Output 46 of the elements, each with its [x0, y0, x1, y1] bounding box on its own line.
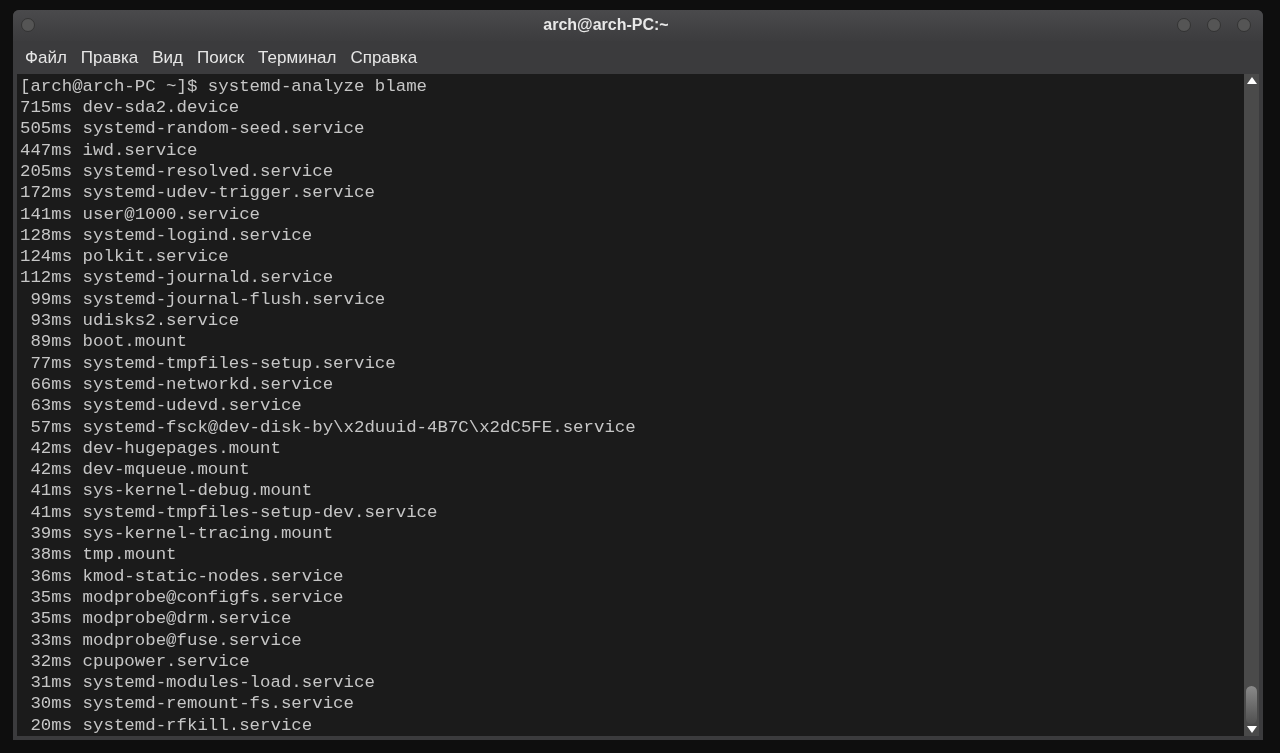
terminal-line: 41ms sys-kernel-debug.mount [29, 480, 313, 502]
scrollbar[interactable] [1244, 73, 1259, 736]
terminal-line: 205ms systemd-resolved.service [20, 161, 334, 183]
terminal-line: 42ms dev-hugepages.mount [29, 437, 281, 460]
menu-item[interactable]: Поиск [191, 44, 251, 71]
terminal-line: 33ms modprobe@fuse.service [29, 629, 302, 651]
terminal-line: 715ms dev-sda2.device [20, 97, 240, 119]
scrollbar-thumb[interactable] [1246, 686, 1257, 724]
terminal-line: 38ms tmp.mount [29, 544, 177, 566]
terminal-line: 35ms modprobe@drm.service [29, 608, 292, 630]
close-button[interactable] [1237, 18, 1251, 33]
terminal-line: 128ms systemd-logind.service [20, 224, 313, 247]
terminal-line: 447ms iwd.service [20, 139, 198, 161]
maximize-button[interactable] [1207, 18, 1221, 33]
terminal-line: 112ms systemd-journald.service [20, 267, 334, 289]
terminal-line: 31ms systemd-modules-load.service [29, 672, 375, 694]
terminal-line: 42ms dev-mqueue.mount [29, 459, 250, 481]
scroll-up-icon[interactable] [1246, 76, 1257, 84]
terminal-line: 63ms systemd-udevd.service [29, 395, 302, 417]
minimize-button[interactable] [1177, 18, 1191, 33]
scroll-down-icon[interactable] [1246, 726, 1257, 733]
terminal-line: 505ms systemd-random-seed.service [20, 118, 365, 140]
terminal-line: 77ms systemd-tmpfiles-setup.service [29, 352, 396, 374]
terminal-line: 36ms kmod-static-nodes.service [29, 565, 344, 587]
terminal-line: 20ms systemd-rfkill.service [29, 714, 313, 736]
terminal-line: 30ms systemd-remount-fs.service [29, 693, 354, 715]
terminal-line: 172ms systemd-udev-trigger.service [20, 182, 375, 204]
terminal-line: 32ms cpupower.service [29, 650, 250, 673]
menu-item[interactable]: Терминал [252, 44, 343, 71]
terminal-line: 124ms polkit.service [20, 246, 229, 268]
terminal-line: 66ms systemd-networkd.service [29, 373, 334, 396]
terminal-line: [arch@arch-PC ~]$ systemd-analyze blame [20, 75, 427, 98]
window-title: arch@arch-PC:~ [542, 15, 670, 36]
menu-item[interactable]: Правка [74, 44, 145, 71]
terminal-line: 99ms systemd-journal-flush.service [29, 288, 386, 311]
menu-item[interactable]: Файл [19, 44, 73, 71]
terminal-line: 41ms systemd-tmpfiles-setup-dev.service [29, 501, 438, 524]
window-menu-button[interactable] [21, 18, 35, 33]
terminal-line: 141ms user@1000.service [20, 203, 261, 225]
terminal-line: 35ms modprobe@configfs.service [29, 586, 344, 609]
menu-item[interactable]: Вид [146, 44, 189, 71]
terminal-line: 89ms boot.mount [29, 331, 187, 353]
terminal-line: 39ms sys-kernel-tracing.mount [29, 523, 334, 545]
menu-item[interactable]: Справка [344, 44, 424, 71]
terminal-line: 57ms systemd-fsck@dev-disk-by\x2duuid-4B7C\x2dC5FE.service [29, 416, 636, 438]
terminal-line: 93ms udisks2.service [29, 310, 240, 332]
